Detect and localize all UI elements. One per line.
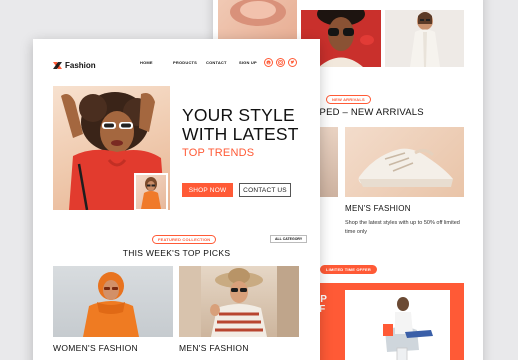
new-arrivals-badge: NEW ARRIVALS [326, 95, 371, 104]
limited-offer-badge: LIMITED TIME OFFER [320, 265, 377, 274]
nav-sign-up[interactable]: SIGN UP [239, 60, 257, 65]
brand-logo[interactable]: Fashion [53, 61, 96, 70]
hero-subheading: TOP TRENDS [182, 147, 255, 159]
all-category-link[interactable]: ALL CATEGORY [270, 235, 308, 243]
logo-mark-icon [53, 62, 62, 69]
twitter-icon[interactable] [288, 58, 297, 67]
nav-home[interactable]: HOME [140, 60, 153, 65]
promo-image [345, 290, 450, 360]
new-arrivals-title: PPED – NEW ARRIVALS [313, 107, 424, 118]
contact-us-button[interactable]: CONTACT US [239, 183, 291, 197]
promo-banner[interactable]: UP FF [312, 283, 464, 360]
social-links: p [264, 58, 297, 67]
product-title: MEN'S FASHION [345, 204, 411, 213]
hero-thumbnail[interactable] [134, 173, 168, 211]
brand-name: Fashion [65, 61, 96, 70]
mens-fashion-card[interactable] [179, 266, 299, 337]
svg-text:p: p [268, 61, 270, 65]
product-photo-white-coat[interactable] [385, 10, 464, 67]
pinterest-icon[interactable]: p [264, 58, 273, 67]
product-description: Shop the latest styles with up to 50% of… [345, 220, 460, 235]
product-photo-sneaker[interactable] [345, 127, 464, 197]
hero-headline: YOUR STYLE WITH LATEST [182, 105, 299, 144]
top-picks-title: THIS WEEK'S TOP PICKS [122, 248, 231, 258]
mens-fashion-label[interactable]: MEN'S FASHION [179, 343, 249, 353]
womens-fashion-card[interactable] [53, 266, 173, 337]
nav-products[interactable]: PRODUCTS [173, 60, 197, 65]
nav-contact[interactable]: CONTACT [206, 60, 227, 65]
shop-now-button[interactable]: SHOP NOW [182, 183, 233, 197]
featured-collection-badge: FEATURED COLLECTION [152, 235, 217, 244]
womens-fashion-label[interactable]: WOMEN'S FASHION [53, 343, 138, 353]
instagram-icon[interactable] [276, 58, 285, 67]
front-email-page: Fashion HOME PRODUCTS CONTACT SIGN UP p [33, 39, 320, 360]
